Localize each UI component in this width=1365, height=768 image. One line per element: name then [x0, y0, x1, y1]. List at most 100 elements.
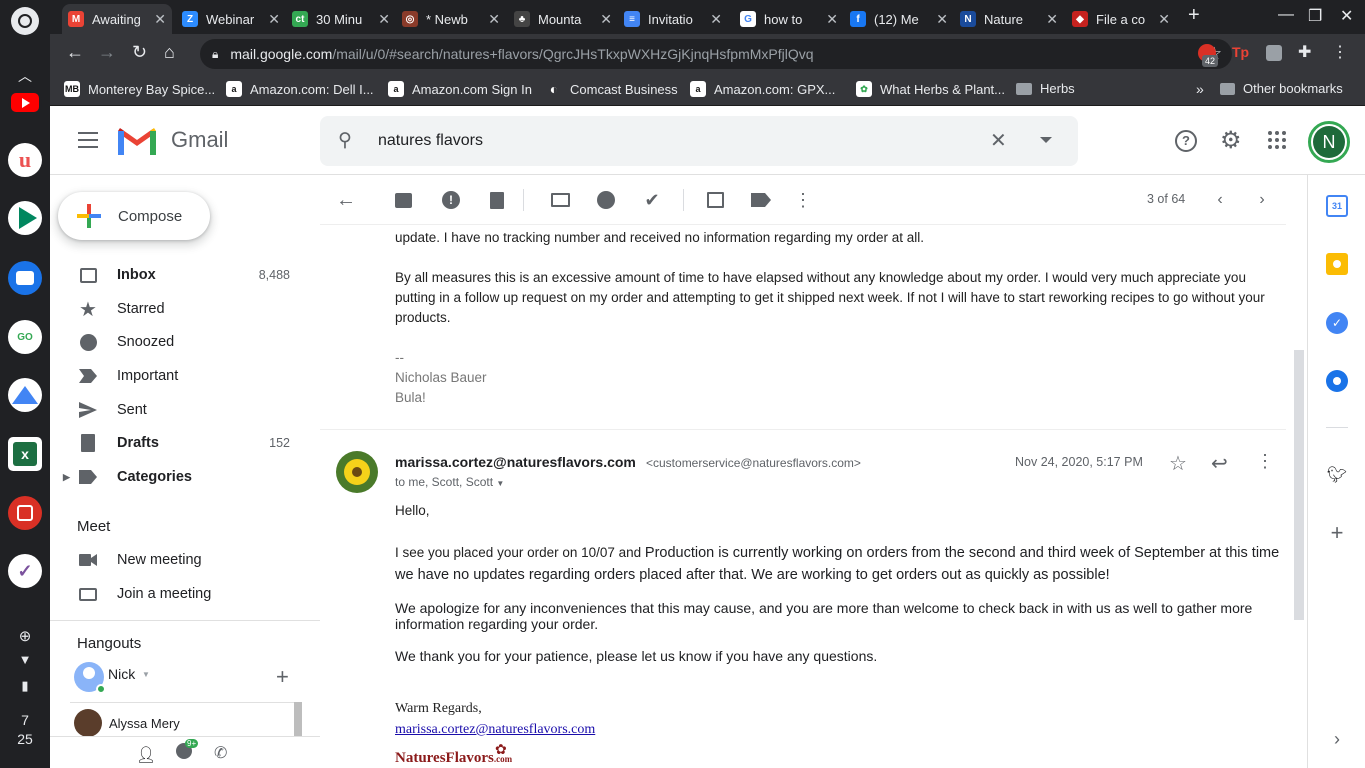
- message-more-icon[interactable]: ⋮: [1256, 451, 1274, 472]
- tab-8[interactable]: f (12) Me ✕: [844, 4, 954, 34]
- gmail-logo-icon[interactable]: [118, 127, 156, 155]
- google-home-icon[interactable]: [8, 378, 42, 412]
- tab-6[interactable]: ≡ Invitatio ✕: [618, 4, 728, 34]
- bookmark-item[interactable]: ◐ Comcast Business: [546, 81, 678, 97]
- battery-icon[interactable]: ▮: [0, 678, 50, 694]
- clock-hour[interactable]: 7: [0, 712, 50, 728]
- tab-close-icon[interactable]: ✕: [378, 11, 390, 28]
- calendar-icon[interactable]: 31: [1326, 195, 1348, 217]
- address-bar[interactable]: 🔒︎ mail.google.com/mail/u/0/#search/natu…: [200, 39, 1232, 69]
- apps-grid-icon[interactable]: [1268, 131, 1286, 149]
- nav-inbox[interactable]: Inbox 8,488: [50, 259, 306, 291]
- extension-gray-icon[interactable]: [1266, 45, 1282, 61]
- clock-minute[interactable]: 25: [0, 731, 50, 747]
- delete-icon[interactable]: [487, 190, 507, 210]
- bookmark-item[interactable]: MB Monterey Bay Spice...: [64, 81, 215, 97]
- snooze-icon[interactable]: [596, 190, 616, 210]
- extensions-puzzle-icon[interactable]: ✚: [1298, 42, 1311, 62]
- tab-close-icon[interactable]: ✕: [268, 11, 280, 28]
- new-tab-button[interactable]: +: [1188, 4, 1200, 27]
- tab-close-icon[interactable]: ✕: [826, 11, 838, 28]
- close-window-button[interactable]: ✕: [1340, 6, 1353, 26]
- add-icon[interactable]: ⊕: [0, 627, 50, 645]
- get-addons-icon[interactable]: +: [1326, 520, 1348, 545]
- contact-row[interactable]: Alyssa Mery: [70, 702, 302, 737]
- reply-icon[interactable]: ↩: [1211, 451, 1228, 476]
- messages-icon[interactable]: [8, 261, 42, 295]
- tab-9[interactable]: N Nature ✕: [954, 4, 1064, 34]
- message-scrollbar[interactable]: [1294, 350, 1304, 620]
- signature-email-link[interactable]: marissa.cortez@naturesflavors.com: [395, 720, 595, 740]
- add-contact-icon[interactable]: +: [276, 664, 289, 690]
- labels-icon[interactable]: [751, 190, 771, 210]
- show-side-panel-icon[interactable]: ›: [1326, 728, 1348, 750]
- bookmark-item[interactable]: ✿ What Herbs & Plant...: [856, 81, 1005, 97]
- tab-3[interactable]: ct 30 Minu ✕: [286, 4, 396, 34]
- tab-7[interactable]: Ghow to ✕: [734, 4, 844, 34]
- keep-icon[interactable]: [1326, 253, 1348, 275]
- chevron-up-icon[interactable]: ︿: [0, 66, 50, 86]
- main-menu-icon[interactable]: [78, 132, 98, 148]
- reload-icon[interactable]: ↻: [132, 42, 147, 63]
- settings-gear-icon[interactable]: ⚙: [1220, 126, 1242, 155]
- compose-button[interactable]: Compose: [58, 192, 210, 240]
- hangouts-user-name[interactable]: Nick: [108, 666, 135, 682]
- nav-drafts[interactable]: Drafts 152: [50, 427, 306, 459]
- help-icon[interactable]: ?: [1175, 130, 1197, 152]
- youtube-icon[interactable]: [8, 85, 42, 119]
- contacts-scrollbar[interactable]: [294, 702, 302, 737]
- launcher-icon[interactable]: [11, 7, 39, 35]
- back-icon[interactable]: ←: [336, 189, 356, 211]
- archive-icon[interactable]: [393, 190, 413, 210]
- extension-tp-icon[interactable]: Tp: [1232, 44, 1249, 60]
- excel-icon[interactable]: x: [8, 437, 42, 471]
- tab-close-icon[interactable]: ✕: [936, 11, 948, 28]
- person-icon[interactable]: 👤︎: [136, 745, 156, 765]
- newer-chevron-icon[interactable]: ‹: [1210, 190, 1230, 210]
- move-to-icon[interactable]: [705, 190, 725, 210]
- search-input[interactable]: [378, 116, 978, 166]
- tab-1[interactable]: M Awaiting ✕: [62, 4, 172, 34]
- bookmarks-more-button[interactable]: »: [1196, 81, 1204, 97]
- account-avatar[interactable]: N: [1308, 121, 1350, 163]
- naturesflavors-logo[interactable]: ✿ NaturesFlavors.com: [395, 741, 535, 768]
- browser-menu-icon[interactable]: ⋮: [1332, 42, 1348, 62]
- meet-new-meeting[interactable]: New meeting: [50, 544, 306, 576]
- tab-5[interactable]: ♣ Mounta ✕: [508, 4, 618, 34]
- home-icon[interactable]: ⌂: [164, 42, 175, 63]
- meet-join-meeting[interactable]: Join a meeting: [50, 578, 306, 610]
- tab-close-icon[interactable]: ✕: [488, 11, 500, 28]
- search-icon[interactable]: ⚲: [338, 129, 352, 152]
- sender-avatar[interactable]: [336, 451, 378, 493]
- tab-close-icon[interactable]: ✕: [710, 11, 722, 28]
- recipients[interactable]: to me, Scott, Scott ▼: [395, 475, 504, 489]
- expand-arrow-icon[interactable]: ▶: [63, 472, 70, 483]
- wifi-icon[interactable]: ▼: [0, 652, 50, 667]
- nav-sent[interactable]: Sent: [50, 394, 306, 426]
- contacts-icon[interactable]: [1326, 370, 1348, 392]
- details-dropdown-icon[interactable]: ▼: [496, 479, 504, 488]
- screenshot-icon[interactable]: [8, 496, 42, 530]
- addon-bird-icon[interactable]: 🐦︎: [1326, 464, 1348, 486]
- report-spam-icon[interactable]: !: [441, 190, 461, 210]
- clear-search-icon[interactable]: ✕: [990, 128, 1007, 153]
- forward-arrow-icon[interactable]: →: [98, 42, 116, 63]
- tab-close-icon[interactable]: ✕: [1158, 11, 1170, 28]
- sender-name[interactable]: marissa.cortez@naturesflavors.com: [395, 454, 636, 470]
- more-options-icon[interactable]: ⋮: [793, 190, 813, 210]
- phone-icon[interactable]: ✆: [214, 743, 227, 763]
- nav-starred[interactable]: ★ Starred: [50, 293, 306, 325]
- minimize-button[interactable]: —: [1278, 6, 1294, 24]
- back-arrow-icon[interactable]: ←: [66, 42, 84, 63]
- add-task-icon[interactable]: ✔: [642, 190, 662, 210]
- bookmark-item[interactable]: a Amazon.com: Dell I...: [226, 81, 374, 97]
- tab-close-icon[interactable]: ✕: [600, 11, 612, 28]
- tab-close-icon[interactable]: ✕: [154, 11, 166, 28]
- play-store-icon[interactable]: [8, 201, 42, 235]
- restore-button[interactable]: ❐: [1308, 6, 1322, 26]
- bookmark-item[interactable]: Herbs: [1016, 81, 1075, 96]
- bookmark-item[interactable]: a Amazon.com: GPX...: [690, 81, 835, 97]
- search-options-icon[interactable]: [1040, 137, 1052, 143]
- udemy-icon[interactable]: u: [8, 143, 42, 177]
- nav-categories[interactable]: ▶ Categories: [50, 461, 306, 493]
